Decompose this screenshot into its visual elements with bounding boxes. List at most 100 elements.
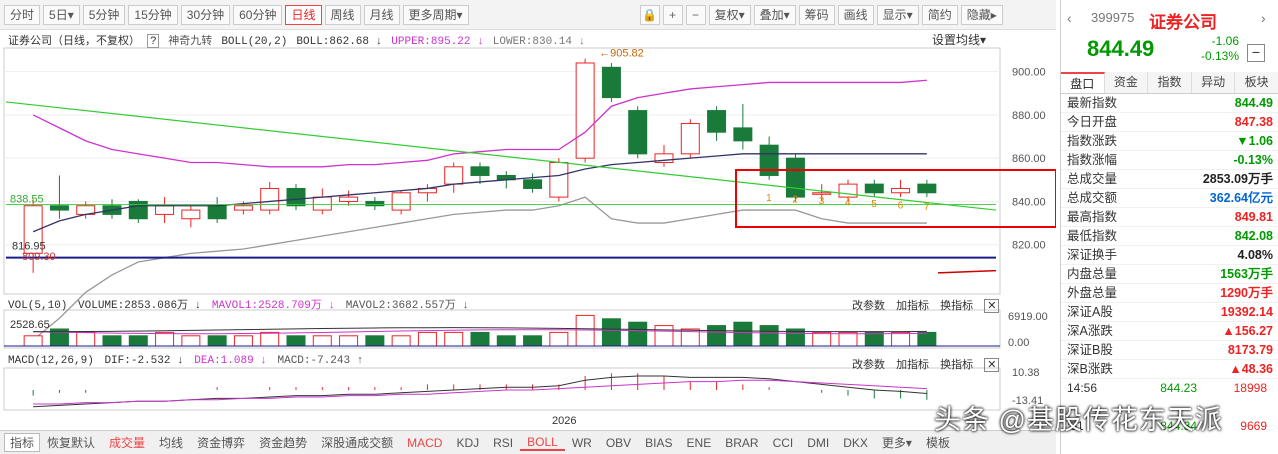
volume-bar[interactable]: [102, 335, 122, 347]
volume-bar[interactable]: [128, 335, 148, 347]
volume-bar[interactable]: [470, 331, 490, 347]
volume-bar[interactable]: [891, 331, 911, 347]
candle-body[interactable]: [312, 196, 332, 211]
candle-body[interactable]: [601, 66, 621, 99]
toolbar-button-3[interactable]: 画线: [837, 4, 874, 25]
volume-bar[interactable]: [838, 331, 858, 347]
candle-body[interactable]: [812, 192, 832, 195]
candle-body[interactable]: [365, 200, 385, 207]
volume-bar[interactable]: [575, 314, 595, 347]
candle-body[interactable]: [575, 62, 595, 159]
candle-body[interactable]: [391, 192, 411, 211]
indicator-tab-8[interactable]: KDJ: [449, 436, 486, 450]
toolbar-button-0[interactable]: 复权▾: [708, 4, 751, 25]
toolbar-button-6[interactable]: 隐藏▸: [960, 4, 1003, 25]
indicator-tab-18[interactable]: DKX: [836, 436, 875, 450]
candle-body[interactable]: [181, 209, 201, 220]
kline-chart-area[interactable]: 900.00 880.00 860.00 840.00 820.00 ←905.82 83…: [0, 30, 1057, 430]
chevron-right-icon[interactable]: ›: [1261, 10, 1266, 26]
candle-body[interactable]: [549, 161, 569, 198]
indicator-tab-5[interactable]: 资金趋势: [252, 434, 314, 451]
volume-bar[interactable]: [733, 321, 753, 347]
volume-bar[interactable]: [812, 331, 832, 347]
volume-bar[interactable]: [444, 331, 464, 347]
volume-bar[interactable]: [864, 331, 884, 347]
volume-bar[interactable]: [181, 335, 201, 347]
period-button-6[interactable]: 日线: [285, 4, 322, 25]
candle-body[interactable]: [891, 187, 911, 194]
period-button-2[interactable]: 5分钟: [82, 4, 126, 25]
volume-bar[interactable]: [549, 331, 569, 347]
candle-body[interactable]: [680, 123, 700, 155]
sidebar-tab-0[interactable]: 盘口: [1061, 72, 1105, 93]
macd-edit-params-button[interactable]: 改参数: [852, 359, 885, 371]
volume-bar[interactable]: [654, 325, 674, 347]
ma-settings[interactable]: 设置均线▾: [932, 31, 986, 48]
lock-icon[interactable]: 🔒: [639, 4, 660, 25]
macd-add-indicator-button[interactable]: 加指标: [896, 359, 929, 371]
toolbar-button-5[interactable]: 简约: [921, 4, 958, 25]
collapse-icon[interactable]: −: [1247, 44, 1265, 62]
indicator-tab-16[interactable]: CCI: [766, 436, 801, 450]
period-button-8[interactable]: 月线: [363, 4, 400, 25]
candle-body[interactable]: [733, 127, 753, 142]
sidebar-tab-1[interactable]: 资金: [1104, 72, 1149, 93]
indicator-tab-17[interactable]: DMI: [800, 436, 836, 450]
indicator-tab-0[interactable]: 指标: [4, 433, 41, 452]
candle-body[interactable]: [864, 183, 884, 194]
period-button-7[interactable]: 周线: [324, 4, 361, 25]
volume-bar[interactable]: [707, 325, 727, 347]
volume-bar[interactable]: [260, 331, 280, 347]
sidebar-tab-3[interactable]: 异动: [1191, 72, 1236, 93]
candle-body[interactable]: [785, 157, 805, 198]
candle-body[interactable]: [339, 196, 359, 202]
indicator-tab-14[interactable]: ENE: [680, 436, 719, 450]
indicator-tab-6[interactable]: 深股通成交额: [314, 434, 400, 451]
volume-bar[interactable]: [286, 335, 306, 347]
volume-bar[interactable]: [523, 335, 543, 347]
volume-bar[interactable]: [207, 335, 227, 347]
indicator-tab-13[interactable]: BIAS: [638, 436, 679, 450]
sidebar-tab-4[interactable]: 板块: [1235, 72, 1278, 93]
candle-body[interactable]: [260, 187, 280, 211]
sidebar-tab-2[interactable]: 指数: [1148, 72, 1192, 93]
indicator-tab-10[interactable]: BOLL: [520, 435, 565, 451]
period-button-1[interactable]: 5日▾: [43, 4, 80, 25]
help-icon[interactable]: ?: [147, 34, 160, 48]
toolbar-button-4[interactable]: 显示▾: [876, 4, 919, 25]
volume-bar[interactable]: [339, 335, 359, 347]
vol-switch-indicator-button[interactable]: 换指标: [940, 300, 973, 312]
candle-body[interactable]: [470, 166, 490, 176]
period-button-5[interactable]: 60分钟: [233, 4, 283, 25]
volume-bar[interactable]: [312, 335, 332, 347]
candle-body[interactable]: [233, 205, 253, 211]
indicator-tab-11[interactable]: WR: [565, 436, 599, 450]
volume-bar[interactable]: [76, 331, 96, 347]
volume-bar[interactable]: [391, 335, 411, 347]
nine-turn-indicator[interactable]: 神奇九转: [168, 35, 212, 47]
indicator-tab-9[interactable]: RSI: [486, 436, 520, 450]
toolbar-button-1[interactable]: 叠加▾: [753, 4, 796, 25]
candle-body[interactable]: [155, 205, 175, 215]
indicator-tab-1[interactable]: 恢复默认: [40, 434, 102, 451]
candle-body[interactable]: [917, 183, 937, 194]
indicator-tab-15[interactable]: BRAR: [718, 436, 765, 450]
candle-body[interactable]: [628, 110, 648, 155]
indicator-tab-2[interactable]: 成交量: [102, 434, 152, 451]
indicator-tab-19[interactable]: 更多▾: [875, 434, 919, 451]
candle-body[interactable]: [523, 179, 543, 189]
candle-body[interactable]: [286, 187, 306, 207]
vol-add-indicator-button[interactable]: 加指标: [896, 300, 929, 312]
vol-close-icon[interactable]: ✕: [984, 299, 1000, 313]
volume-bar[interactable]: [23, 335, 43, 347]
volume-bar[interactable]: [917, 331, 937, 347]
plus-icon[interactable]: +: [662, 4, 683, 25]
minus-icon[interactable]: −: [685, 4, 706, 25]
candle-body[interactable]: [128, 200, 148, 220]
volume-bar[interactable]: [759, 325, 779, 347]
volume-bar[interactable]: [601, 318, 621, 347]
chevron-left-icon[interactable]: ‹: [1067, 10, 1072, 26]
indicator-tab-4[interactable]: 资金博弈: [190, 434, 252, 451]
volume-bar[interactable]: [233, 335, 253, 347]
candle-body[interactable]: [444, 166, 464, 185]
